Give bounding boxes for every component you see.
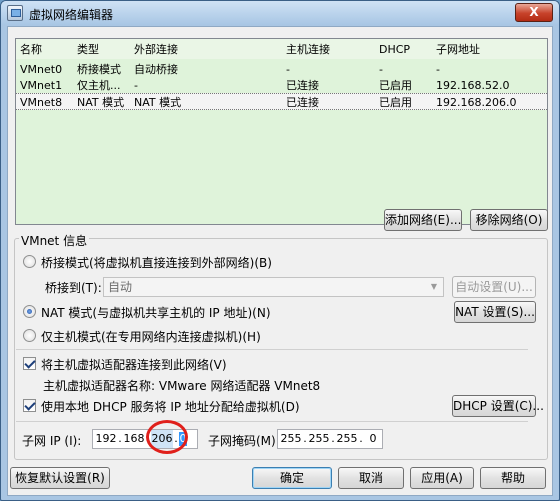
table-row-selected[interactable]: VMnet8 NAT 模式 NAT 模式 已连接 已启用 192.168.206… (16, 93, 547, 110)
table-cell: 已连接 (286, 96, 319, 109)
column-header-subnet[interactable]: 子网地址 (436, 41, 546, 58)
divider (16, 349, 528, 350)
ip-dot: . (146, 432, 150, 445)
table-cell: NAT 模式 (134, 96, 182, 109)
ip-octet-highlighted[interactable]: 206 (151, 430, 173, 448)
column-header-dhcp[interactable]: DHCP (379, 41, 434, 58)
bridge-to-select[interactable]: 自动 ▼ (103, 277, 444, 297)
ip-octet[interactable]: 168 (123, 430, 145, 448)
mask-dot: . (331, 432, 335, 445)
chevron-down-icon: ▼ (430, 282, 438, 291)
table-cell: 192.168.52.0 (436, 79, 510, 92)
apply-button[interactable]: 应用(A) (410, 467, 474, 489)
table-cell: VMnet0 (20, 63, 63, 76)
ip-dot: . (174, 432, 178, 445)
adapter-name-label: 主机虚拟适配器名称: VMware 网络适配器 VMnet8 (43, 379, 321, 393)
close-button[interactable]: X (515, 3, 553, 22)
use-dhcp-checkbox[interactable] (23, 399, 36, 412)
ip-octet[interactable]: 192 (95, 430, 117, 448)
subnet-ip-label: 子网 IP (I): (22, 434, 82, 448)
ip-octet-value: 0 (179, 432, 187, 445)
table-cell: 192.168.206.0 (436, 96, 517, 109)
column-header-type[interactable]: 类型 (77, 41, 137, 58)
table-cell: - (286, 63, 290, 76)
mask-octet[interactable]: 255 (336, 430, 358, 448)
table-cell: - (379, 63, 383, 76)
host-only-mode-label[interactable]: 仅主机模式(在专用网络内连接虚拟机)(H) (41, 328, 261, 345)
table-cell: - (436, 63, 440, 76)
mask-octet[interactable]: 255 (308, 430, 330, 448)
virtual-network-editor-window: 虚拟网络编辑器 X 名称 类型 外部连接 主机连接 DHCP 子网地址 VMne… (0, 0, 560, 501)
restore-defaults-button[interactable]: 恢复默认设置(R) (10, 467, 110, 489)
column-header-host[interactable]: 主机连接 (286, 41, 380, 58)
bridged-mode-label[interactable]: 桥接模式(将虚拟机直接连接到外部网络)(B) (41, 254, 272, 271)
dhcp-settings-button[interactable]: DHCP 设置(C)... (452, 395, 544, 417)
ok-button[interactable]: 确定 (252, 467, 332, 489)
mask-dot: . (303, 432, 307, 445)
subnet-mask-input[interactable]: 255 . 255 . 255 . 0 (277, 429, 383, 449)
table-cell: 自动桥接 (134, 63, 178, 76)
network-table[interactable]: 名称 类型 外部连接 主机连接 DHCP 子网地址 VMnet0 桥接模式 自动… (15, 38, 548, 225)
column-header-name[interactable]: 名称 (20, 41, 72, 58)
app-icon (7, 5, 23, 21)
ip-octet-selected[interactable]: 0 (179, 430, 187, 448)
nat-mode-radio[interactable] (23, 305, 36, 318)
table-cell: 仅主机... (77, 79, 121, 92)
table-header: 名称 类型 外部连接 主机连接 DHCP 子网地址 (16, 39, 547, 59)
table-cell: VMnet8 (20, 96, 63, 109)
bridge-to-value: 自动 (108, 280, 133, 294)
dialog-body: 名称 类型 外部连接 主机连接 DHCP 子网地址 VMnet0 桥接模式 自动… (7, 26, 553, 496)
table-cell: VMnet1 (20, 79, 63, 92)
title-bar[interactable]: 虚拟网络编辑器 X (1, 1, 559, 25)
cancel-button[interactable]: 取消 (338, 467, 404, 489)
connect-adapter-label[interactable]: 将主机虚拟适配器连接到此网络(V) (41, 356, 227, 373)
remove-network-button[interactable]: 移除网络(O) (470, 209, 548, 231)
host-only-mode-radio[interactable] (23, 329, 36, 342)
auto-settings-button[interactable]: 自动设置(U)... (452, 276, 536, 298)
table-cell: 已连接 (286, 79, 319, 92)
subnet-mask-label: 子网掩码(M): (208, 434, 280, 448)
table-cell: 已启用 (379, 79, 412, 92)
table-cell: 已启用 (379, 96, 412, 109)
table-row[interactable]: VMnet1 仅主机... - 已连接 已启用 192.168.52.0 (16, 77, 547, 94)
nat-settings-button[interactable]: NAT 设置(S)... (454, 301, 536, 323)
use-dhcp-label[interactable]: 使用本地 DHCP 服务将 IP 地址分配给虚拟机(D) (41, 398, 300, 415)
table-cell: 桥接模式 (77, 63, 121, 76)
add-network-button[interactable]: 添加网络(E)... (384, 209, 462, 231)
column-header-external[interactable]: 外部连接 (134, 41, 284, 58)
bridge-to-label: 桥接到(T): (45, 281, 102, 295)
connect-adapter-checkbox[interactable] (23, 357, 36, 370)
nat-mode-label[interactable]: NAT 模式(与虚拟机共享主机的 IP 地址)(N) (41, 304, 271, 321)
window-title: 虚拟网络编辑器 (29, 8, 114, 22)
mask-octet[interactable]: 255 (280, 430, 302, 448)
bridged-mode-radio[interactable] (23, 255, 36, 268)
ip-dot: . (118, 432, 122, 445)
mask-octet[interactable]: 0 (362, 430, 384, 448)
subnet-ip-input[interactable]: 192 . 168 . 206 . 0 (92, 429, 198, 449)
divider (16, 421, 528, 422)
table-row[interactable]: VMnet0 桥接模式 自动桥接 - - - (16, 61, 547, 78)
table-cell: NAT 模式 (77, 96, 125, 109)
help-button[interactable]: 帮助 (480, 467, 546, 489)
table-cell: - (134, 79, 138, 92)
group-title: VMnet 信息 (19, 232, 90, 249)
